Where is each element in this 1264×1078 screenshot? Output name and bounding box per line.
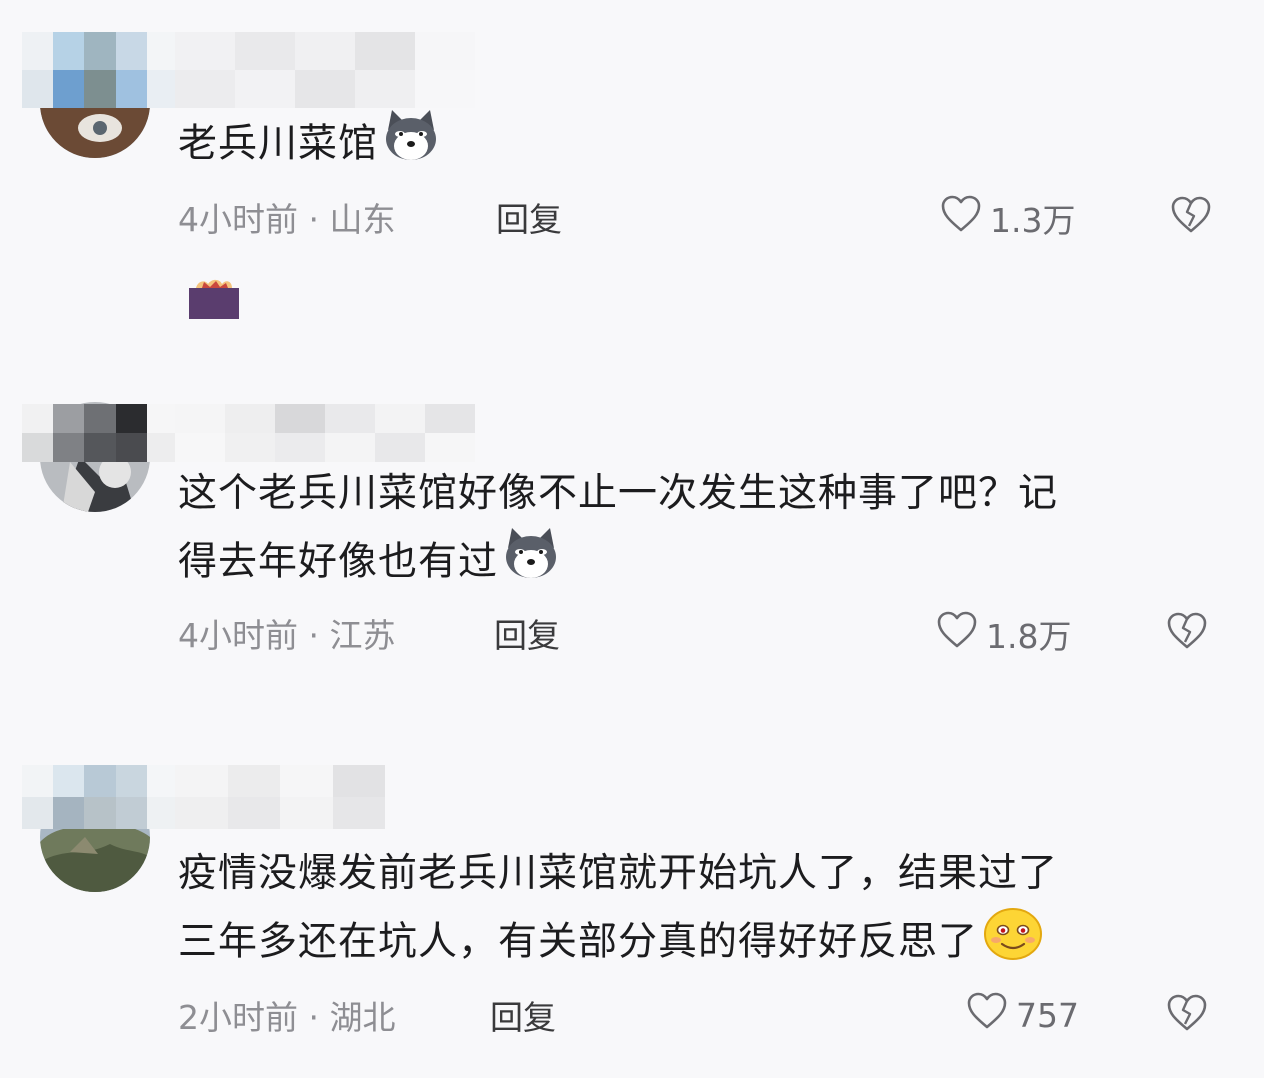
avatar-mosaic [22,404,178,462]
husky-emoji-icon [382,108,440,184]
reply-button[interactable]: 回复 [490,991,556,1039]
comment-text-line: 疫情没爆发前老兵川菜馆就开始坑人了，结果过了 [178,851,1059,896]
like-button[interactable]: 1.3万 [940,194,1075,242]
broken-heart-icon[interactable] [1166,612,1208,654]
smile-emoji-icon [982,906,1044,982]
like-count: 1.8万 [986,617,1072,656]
comment-text-line: 得去年好像也有过 [178,539,499,585]
comment-meta: 4小时前 · 江苏 [178,609,396,657]
comment-text: 疫情没爆发前老兵川菜馆就开始坑人了，结果过了 三年多还在坑人，有关部分真的得好好… [178,842,1058,982]
username-blurred[interactable] [175,765,385,829]
heart-icon [936,611,978,657]
reply-button[interactable]: 回复 [496,193,562,241]
comment-location: 山东 [329,200,396,239]
meta-separator: · [308,616,320,655]
comment-text-line-wrap: 三年多还在坑人，有关部分真的得好好反思了 [178,906,1058,982]
comment-time: 4小时前 [178,200,298,239]
comment-text: 这个老兵川菜馆好像不止一次发生这种事了吧？记 得去年好像也有过 [178,462,1058,602]
broken-heart-icon[interactable] [1170,196,1212,238]
username-blurred[interactable] [175,32,475,108]
comment-meta: 4小时前 · 山东 [178,193,396,241]
comment-text-line-wrap: 得去年好像也有过 [178,526,1058,602]
comment-time: 2小时前 [178,998,298,1037]
sticker-image[interactable] [188,278,240,324]
comment-location: 江苏 [329,616,396,655]
like-button[interactable]: 757 [966,992,1079,1038]
comment-text-line: 三年多还在坑人，有关部分真的得好好反思了 [178,919,979,965]
comment-text-line: 老兵川菜馆 [178,121,379,167]
comment-location: 湖北 [329,998,396,1037]
husky-emoji-icon [502,526,560,602]
avatar-mosaic [22,32,178,108]
username-blurred[interactable] [175,404,475,462]
comment-text: 老兵川菜馆 [178,108,440,184]
reply-button[interactable]: 回复 [494,609,560,657]
meta-separator: · [308,998,320,1037]
heart-icon [940,195,982,241]
broken-heart-icon[interactable] [1166,994,1208,1036]
like-button[interactable]: 1.8万 [936,610,1071,658]
like-count: 1.3万 [990,201,1076,240]
avatar-mosaic [22,765,178,829]
comment-text-line: 这个老兵川菜馆好像不止一次发生这种事了吧？记 [178,471,1059,516]
meta-separator: · [308,200,320,239]
comment-meta: 2小时前 · 湖北 [178,991,396,1039]
like-count: 757 [1016,995,1079,1035]
comment-time: 4小时前 [178,616,298,655]
heart-icon [966,992,1008,1038]
